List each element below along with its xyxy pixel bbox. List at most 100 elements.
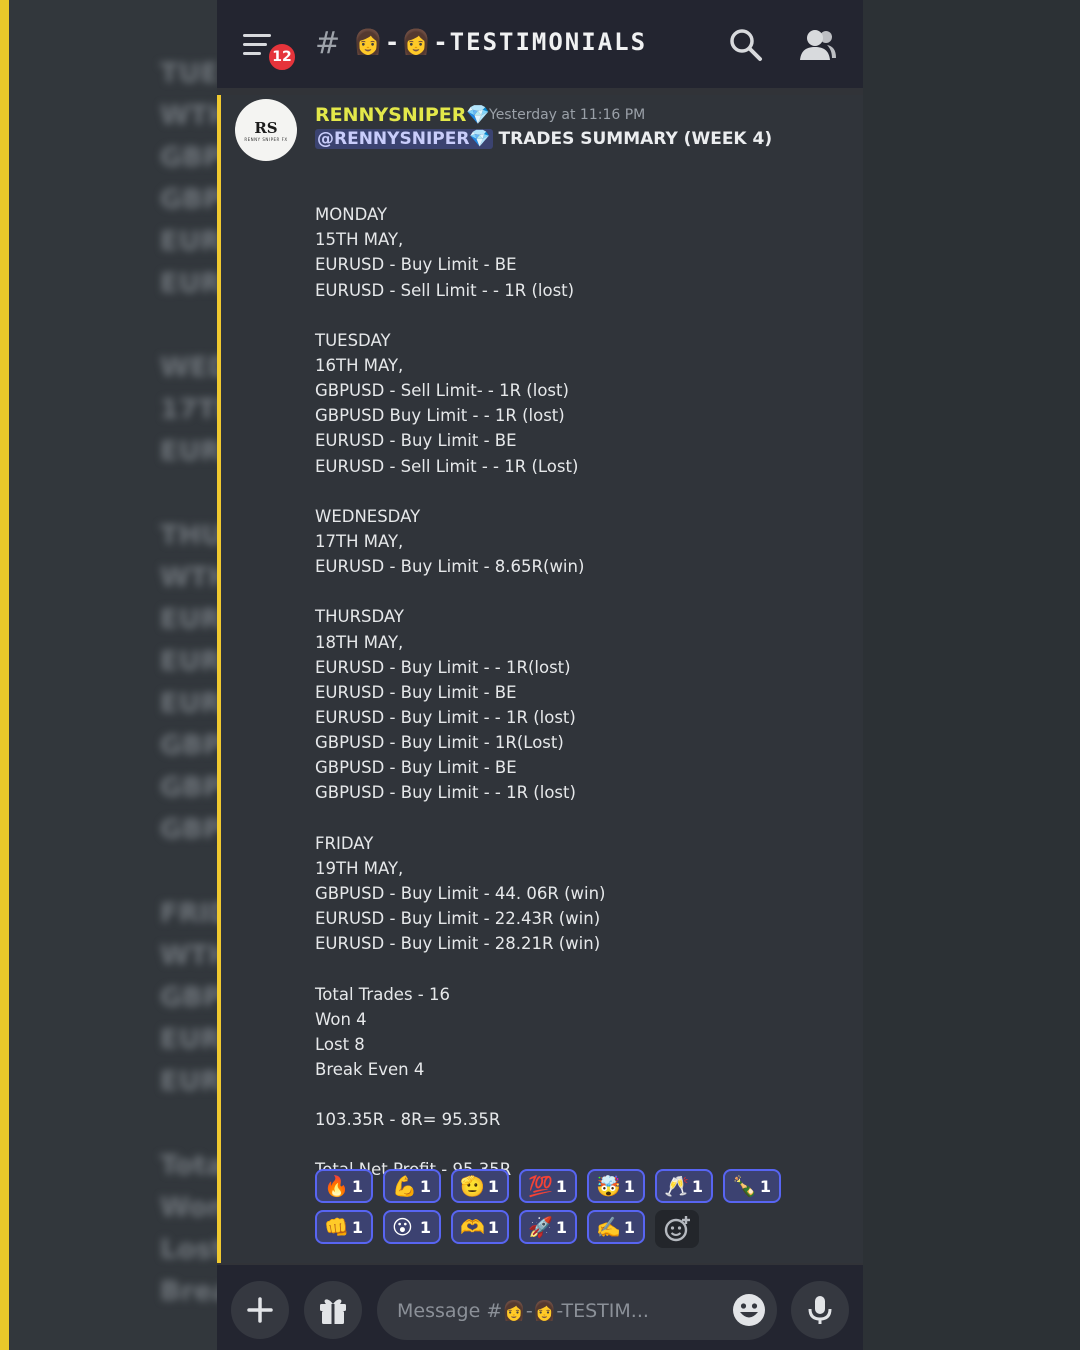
- channel-header: 12 # 👩-👩-TESTIMONIALS: [217, 0, 863, 88]
- blurred-text-line: Brea: [160, 1276, 217, 1307]
- message-line: 19TH MAY,: [315, 858, 404, 878]
- reaction-count: 1: [487, 1217, 499, 1237]
- add-attachment-button[interactable]: [231, 1281, 289, 1339]
- message-author[interactable]: RENNYSNIPER💎: [315, 103, 490, 126]
- blurred-text-line: FRID: [160, 898, 217, 929]
- reaction-emoji-icon: 🫶: [460, 1215, 485, 1239]
- message-line: Break Even 4: [315, 1059, 425, 1079]
- plus-icon: [247, 1297, 273, 1323]
- reaction-button[interactable]: 🤯 1: [587, 1169, 645, 1203]
- reaction-count: 1: [623, 1176, 635, 1196]
- reaction-count: 1: [351, 1176, 363, 1196]
- message-line: [315, 579, 855, 604]
- blurred-text-line: EUR: [160, 268, 217, 299]
- avatar[interactable]: RS RENNY SNIPER FX: [235, 99, 297, 161]
- message-line: EURUSD - Buy Limit - BE: [315, 682, 517, 702]
- avatar-logo: RS: [254, 118, 278, 137]
- message-line: [315, 1082, 855, 1107]
- blurred-text-line: Tota: [160, 1150, 217, 1181]
- composer-bar: Message #👩-👩-TESTIM...: [217, 1265, 863, 1350]
- message-title-line: @RENNYSNIPER💎 TRADES SUMMARY (WEEK 4): [315, 129, 772, 149]
- reaction-button[interactable]: 🥂 1: [655, 1169, 713, 1203]
- message-list: RS RENNY SNIPER FX RENNYSNIPER💎 Yesterda…: [217, 95, 863, 1263]
- blurred-text-line: EUR: [160, 436, 217, 467]
- blurred-text-line: EUR: [160, 1066, 217, 1097]
- blurred-text-line: EUR: [160, 688, 217, 719]
- blurred-text-line: WTH: [160, 562, 217, 593]
- reaction-button[interactable]: 💯 1: [519, 1169, 577, 1203]
- notification-badge: 12: [266, 41, 298, 73]
- gift-icon: [320, 1299, 346, 1324]
- message-line: [315, 479, 855, 504]
- message-line: TUESDAY: [315, 330, 391, 350]
- reaction-count: 1: [419, 1217, 431, 1237]
- emoji-picker-icon[interactable]: [731, 1292, 767, 1328]
- reaction-button[interactable]: 👊 1: [315, 1210, 373, 1244]
- add-reaction-icon: [664, 1216, 690, 1242]
- channel-hash-icon: #: [315, 26, 341, 61]
- message-line: 16TH MAY,: [315, 355, 404, 375]
- message-line: [315, 303, 855, 328]
- message-line: Won 4: [315, 1009, 367, 1029]
- message-line: [315, 956, 855, 981]
- reaction-button[interactable]: 🚀 1: [519, 1210, 577, 1244]
- blurred-text-line: GBP: [160, 142, 217, 173]
- message-line: Lost 8: [315, 1034, 365, 1054]
- message-line: 103.35R - 8R= 95.35R: [315, 1110, 501, 1130]
- message-line: GBPUSD Buy Limit - - 1R (lost): [315, 406, 565, 426]
- message-line: GBPUSD - Buy Limit - - 1R (lost): [315, 783, 576, 803]
- blurred-text-line: 17TH: [160, 394, 217, 425]
- user-mention[interactable]: @RENNYSNIPER💎: [315, 129, 493, 149]
- reaction-emoji-icon: 😮: [392, 1215, 413, 1239]
- menu-button[interactable]: 12: [243, 30, 298, 73]
- reaction-button[interactable]: 🍾 1: [723, 1169, 781, 1203]
- reaction-count: 1: [759, 1176, 771, 1196]
- reaction-emoji-icon: 🫡: [460, 1174, 485, 1198]
- reaction-emoji-icon: 🥂: [664, 1174, 689, 1198]
- members-icon[interactable]: [799, 28, 837, 62]
- message-line: GBPUSD - Buy Limit - 44. 06R (win): [315, 883, 606, 903]
- avatar-subtitle: RENNY SNIPER FX: [244, 136, 288, 142]
- reactions-row-1: 🔥 1 💪 1 🫡 1 💯 1 🤯 1 🥂 1 🍾 1: [315, 1169, 855, 1203]
- reaction-button[interactable]: 🫡 1: [451, 1169, 509, 1203]
- reaction-emoji-icon: 🔥: [324, 1174, 349, 1198]
- message-line: GBPUSD - Buy Limit - BE: [315, 758, 517, 778]
- reaction-count: 1: [487, 1176, 499, 1196]
- message-input-placeholder: Message #👩-👩-TESTIM...: [397, 1299, 649, 1322]
- reaction-emoji-icon: 💪: [392, 1174, 417, 1198]
- background-accent-bar: [0, 0, 9, 1350]
- message-line: [315, 1132, 855, 1157]
- reaction-emoji-icon: 🍾: [732, 1174, 757, 1198]
- add-reaction-button[interactable]: [655, 1210, 699, 1248]
- message-input[interactable]: Message #👩-👩-TESTIM...: [377, 1280, 777, 1340]
- search-icon[interactable]: [729, 28, 763, 62]
- microphone-icon: [808, 1296, 832, 1324]
- reaction-button[interactable]: 🫶 1: [451, 1210, 509, 1244]
- message-line: GBPUSD - Buy Limit - 1R(Lost): [315, 733, 564, 753]
- gift-button[interactable]: [304, 1281, 362, 1339]
- voice-message-button[interactable]: [791, 1281, 849, 1339]
- reaction-count: 1: [623, 1217, 635, 1237]
- reaction-count: 1: [351, 1217, 363, 1237]
- reaction-button[interactable]: 😮 1: [383, 1210, 441, 1244]
- message-line: 18TH MAY,: [315, 632, 404, 652]
- blurred-text-line: WTH: [160, 940, 217, 971]
- message-timestamp: Yesterday at 11:16 PM: [489, 107, 646, 123]
- reaction-count: 1: [555, 1217, 567, 1237]
- menu-icon-line: [243, 43, 267, 46]
- reaction-button[interactable]: 🔥 1: [315, 1169, 373, 1203]
- blurred-text-line: EUR: [160, 646, 217, 677]
- blurred-text-line: Lost: [160, 1234, 217, 1265]
- message-line: EURUSD - Buy Limit - BE: [315, 255, 517, 275]
- blurred-text-line: THU: [160, 520, 217, 551]
- message-line: THURSDAY: [315, 607, 405, 627]
- background-right-panel: [863, 0, 1080, 1350]
- message-line: 17TH MAY,: [315, 531, 404, 551]
- blurred-text-line: GBP: [160, 982, 217, 1013]
- message-line: MONDAY: [315, 205, 388, 225]
- message-line: [315, 177, 855, 202]
- reaction-button[interactable]: ✍️ 1: [587, 1210, 645, 1244]
- message-line: FRIDAY: [315, 833, 374, 853]
- message-body: MONDAY 15TH MAY, EURUSD - Buy Limit - BE EU…: [315, 177, 855, 1183]
- reaction-button[interactable]: 💪 1: [383, 1169, 441, 1203]
